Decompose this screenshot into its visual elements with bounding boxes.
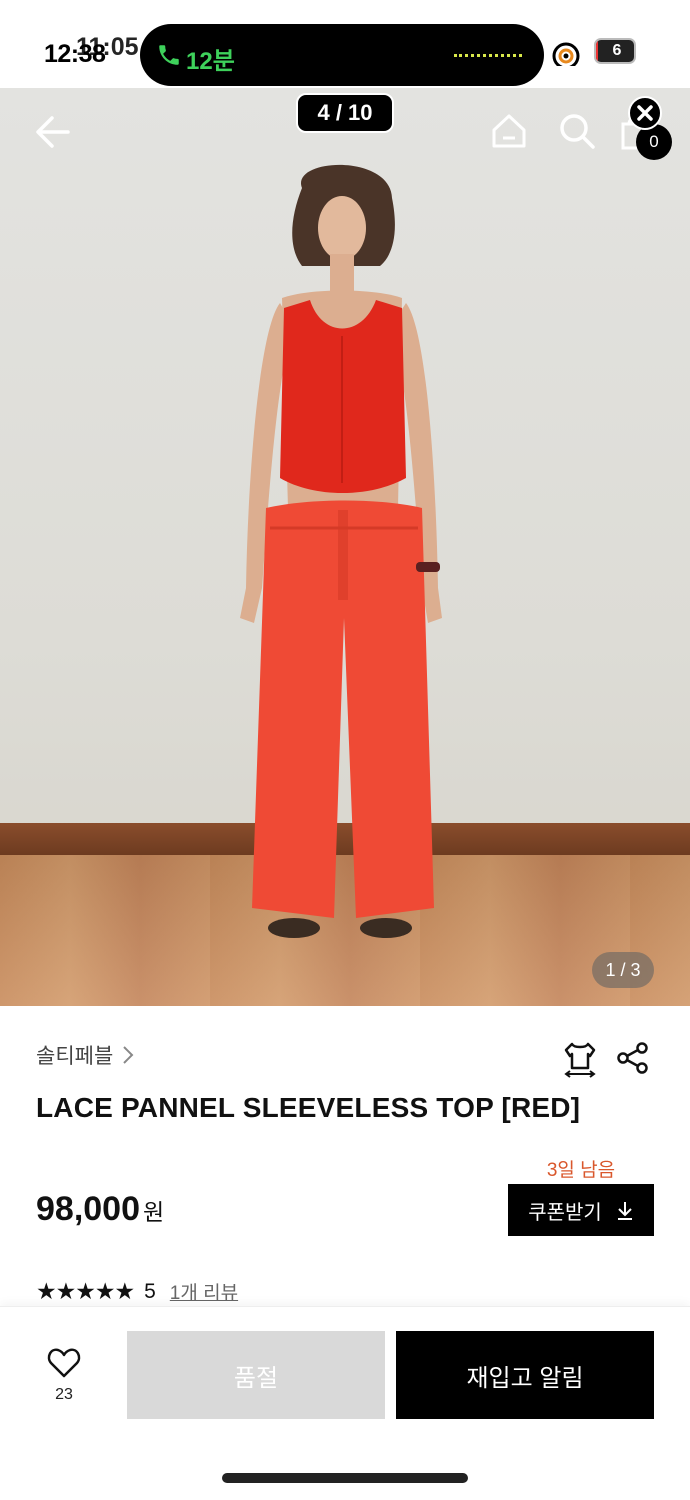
star-rating-icons: ★★★★★ xyxy=(36,1278,135,1304)
product-image[interactable]: 4 / 10 0 1 / 3 xyxy=(0,88,690,1006)
gallery-counter: 4 / 10 xyxy=(296,93,394,133)
soldout-button[interactable]: 품절 xyxy=(127,1331,385,1419)
battery-icon: 6 xyxy=(594,38,640,64)
search-icon[interactable] xyxy=(558,112,596,150)
model-figure xyxy=(240,164,442,938)
battery-percent: 6 xyxy=(612,42,622,59)
dynamic-island[interactable]: 12분 xyxy=(140,24,544,86)
download-icon xyxy=(617,1202,632,1220)
share-icon[interactable] xyxy=(616,1041,650,1075)
price: 98,000 원 xyxy=(36,1190,164,1229)
back-arrow-icon[interactable] xyxy=(34,112,74,152)
brand-name: 솔티페블 xyxy=(36,1045,114,1068)
bottom-action-bar: 23 품절 재입고 알림 xyxy=(0,1306,690,1500)
audio-waveform xyxy=(454,54,522,57)
status-time: 12:38 xyxy=(44,40,106,68)
review-link[interactable]: 1개 리뷰 xyxy=(170,1278,238,1305)
close-icon[interactable] xyxy=(628,96,662,130)
phone-icon xyxy=(159,45,179,65)
rating: ★★★★★ 5 1개 리뷰 xyxy=(36,1278,238,1305)
rating-score: 5 xyxy=(144,1279,156,1303)
size-guide-icon[interactable] xyxy=(562,1040,598,1078)
coupon-deadline: 3일 남음 xyxy=(546,1160,616,1181)
wishlist-button[interactable]: 23 xyxy=(36,1347,92,1417)
restock-alert-button[interactable]: 재입고 알림 xyxy=(396,1331,654,1419)
brand-link[interactable]: 솔티페블 xyxy=(36,1040,135,1070)
coupon-button[interactable]: 쿠폰받기 xyxy=(508,1184,654,1236)
coupon-button-label: 쿠폰받기 xyxy=(528,1201,602,1224)
image-indicator: 1 / 3 xyxy=(592,952,654,988)
wishlist-count: 23 xyxy=(55,1386,73,1403)
call-duration: 12분 xyxy=(186,48,235,75)
heart-icon xyxy=(47,1348,81,1378)
status-bar: 11:05 12:38 12분 6 xyxy=(0,0,690,88)
price-unit: 원 xyxy=(143,1199,165,1225)
home-icon[interactable] xyxy=(490,112,528,150)
price-amount: 98,000 xyxy=(36,1190,140,1228)
home-indicator xyxy=(222,1473,468,1483)
wifi-icon xyxy=(552,42,580,66)
chevron-right-icon xyxy=(123,1046,134,1064)
product-title: LACE PANNEL SLEEVELESS TOP [RED] xyxy=(36,1092,581,1123)
